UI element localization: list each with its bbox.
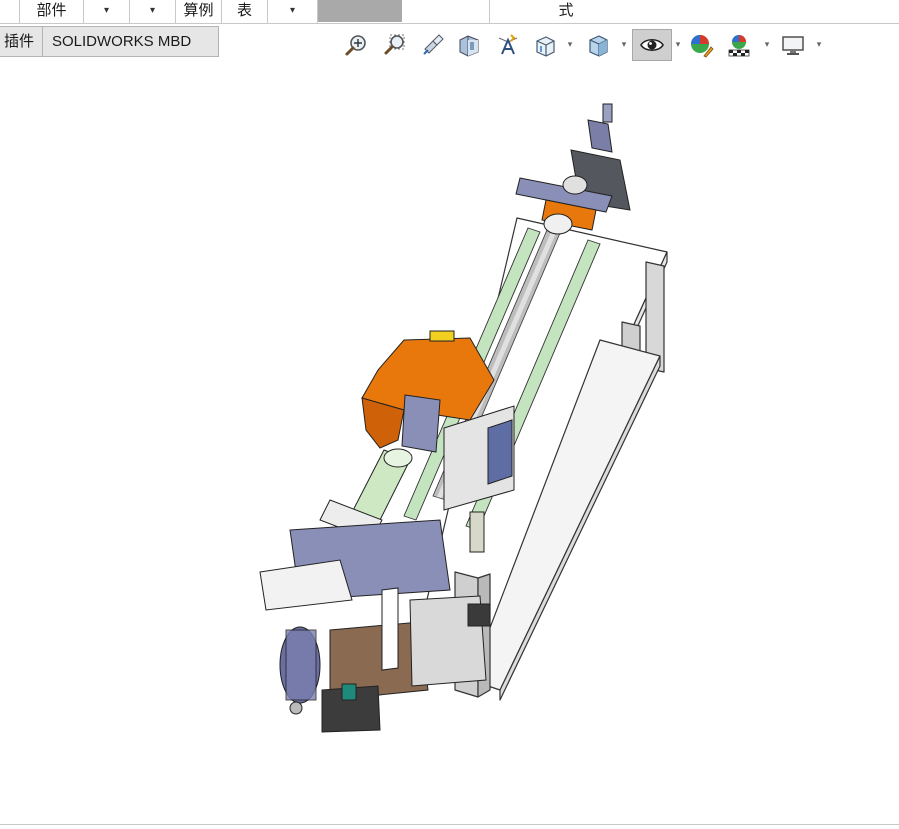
ribbon-empty-cell [402, 0, 490, 23]
view-orientation-icon[interactable] [531, 29, 559, 61]
ribbon-selected-block[interactable] [318, 0, 402, 22]
view-settings-icon[interactable] [779, 29, 807, 61]
study-button[interactable]: 算例 [176, 0, 222, 23]
zoom-to-area-icon[interactable] [381, 29, 409, 61]
table-button[interactable]: 表 [222, 0, 268, 23]
status-bar-divider [0, 824, 899, 825]
parts-dropdown-button[interactable]: ▾ [84, 0, 130, 23]
tab-addins[interactable]: 插件 [0, 26, 44, 57]
apply-scene-caret[interactable]: ▾ [763, 40, 771, 49]
parts-button[interactable]: 部件 [20, 0, 84, 23]
zoom-to-fit-icon[interactable] [343, 29, 371, 61]
view-orientation-caret[interactable]: ▾ [566, 40, 574, 49]
section-view-icon[interactable] [455, 29, 483, 61]
display-style-caret[interactable]: ▾ [620, 40, 628, 49]
display-style-icon[interactable] [584, 29, 612, 61]
ribbon-spacer [0, 0, 20, 23]
command-manager-strip: 部件 ▾ ▾ 算例 表 ▾ 式 [0, 0, 899, 24]
previous-view-icon[interactable] [419, 29, 447, 61]
graphics-area[interactable] [0, 62, 899, 822]
dynamic-annotation-views-icon[interactable] [494, 29, 522, 61]
tab-solidworks-mbd[interactable]: SOLIDWORKS MBD [42, 26, 219, 57]
table-dropdown-button[interactable]: ▾ [268, 0, 318, 23]
options-dropdown-button[interactable]: ▾ [130, 0, 176, 23]
edit-appearance-icon[interactable] [687, 29, 715, 61]
style-button[interactable]: 式 [490, 0, 642, 23]
hide-show-items-icon[interactable] [632, 29, 672, 61]
apply-scene-icon[interactable] [725, 29, 753, 61]
rear-drive-assembly [515, 103, 631, 235]
hide-show-items-caret[interactable]: ▾ [674, 40, 682, 49]
view-settings-caret[interactable]: ▾ [815, 40, 823, 49]
